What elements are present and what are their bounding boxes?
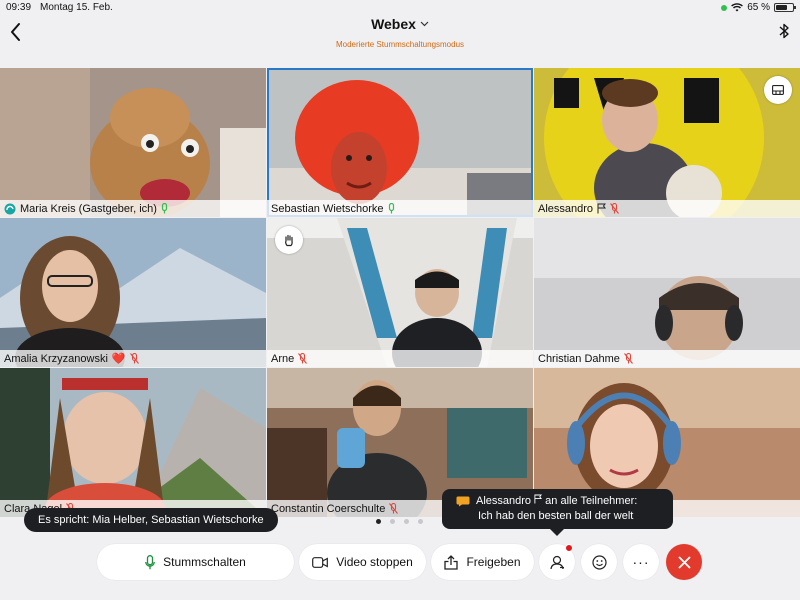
reactions-button[interactable] <box>581 544 617 580</box>
smiley-icon <box>591 554 607 570</box>
page-dot-active[interactable] <box>376 519 381 524</box>
participant-name: Christian Dahme <box>538 352 620 365</box>
participant-label: Amalia Krzyzanowski ❤️ <box>0 350 266 367</box>
participant-name: Arne <box>271 352 295 365</box>
header: Webex Moderierte Stummschaltungsmodus <box>0 16 800 52</box>
chat-bubble-icon <box>456 496 470 507</box>
wifi-icon <box>731 3 744 12</box>
participant-label: Maria Kreis (Gastgeber, ich) <box>0 200 266 217</box>
page-dot[interactable] <box>404 519 409 524</box>
layout-icon <box>772 85 784 95</box>
status-right: 65 % <box>721 2 796 13</box>
chat-recipient: an alle Teilnehmer: <box>545 495 638 507</box>
video-tile[interactable]: Clara Nagel <box>0 368 266 517</box>
active-speaker-toast: Es spricht: Mia Helber, Sebastian Wietsc… <box>24 508 278 532</box>
raised-hand-icon <box>285 234 293 246</box>
video-tile[interactable]: Arne <box>267 218 533 367</box>
participant-label: Alessandro <box>534 200 800 217</box>
participants-icon <box>549 555 564 569</box>
more-icon: ··· <box>632 554 650 570</box>
participant-name: Maria Kreis (Gastgeber, ich) <box>20 202 157 215</box>
bluetooth-icon[interactable] <box>778 22 790 40</box>
more-options-button[interactable]: ··· <box>623 544 659 580</box>
raised-hand-button[interactable] <box>275 226 303 254</box>
notification-badge <box>565 544 573 552</box>
camera-indicator-icon <box>721 4 728 11</box>
video-tile[interactable]: Amalia Krzyzanowski ❤️ <box>0 218 266 367</box>
video-feed <box>267 218 533 367</box>
heart-emoji: ❤️ <box>111 353 126 365</box>
share-button[interactable]: Freigeben <box>431 544 534 580</box>
stop-video-button[interactable]: Video stoppen <box>299 544 426 580</box>
video-tile-active-speaker[interactable]: Sebastian Wietschorke <box>267 68 533 217</box>
page-dot[interactable] <box>390 519 395 524</box>
mute-button[interactable]: Stummschalten <box>97 544 294 580</box>
video-feed <box>0 218 266 367</box>
video-label: Video stoppen <box>336 555 413 569</box>
mic-off-icon <box>610 203 619 214</box>
video-camera-icon <box>312 556 329 568</box>
toast-tail <box>550 529 564 536</box>
chevron-down-icon <box>420 21 429 27</box>
chat-sender: Alessandro <box>476 495 532 507</box>
battery-percent: 65 % <box>747 2 770 13</box>
video-tile[interactable]: Maria Kreis (Gastgeber, ich) <box>0 68 266 217</box>
video-feed <box>0 368 266 517</box>
back-chevron-icon[interactable] <box>8 20 24 44</box>
flag-icon <box>534 494 543 504</box>
active-speaker-text: Es spricht: Mia Helber, Sebastian Wietsc… <box>38 514 264 526</box>
mic-on-icon <box>161 203 168 214</box>
chat-notification[interactable]: Alessandro an alle Teilnehmer: Ich hab d… <box>442 489 673 536</box>
mic-off-icon <box>129 353 139 364</box>
participant-name: Amalia Krzyzanowski <box>4 352 108 365</box>
title-block: Webex Moderierte Stummschaltungsmodus <box>300 16 500 49</box>
video-tile[interactable]: Alessandro <box>534 68 800 217</box>
status-bar: 09:39 Montag 15. Feb. 65 % <box>0 0 800 16</box>
moderated-mute-mode: Moderierte Stummschaltungsmodus <box>335 40 465 49</box>
participants-button[interactable] <box>539 544 575 580</box>
participant-label: Arne <box>267 350 533 367</box>
share-icon <box>444 554 459 570</box>
microphone-icon <box>145 554 155 569</box>
participant-label: Christian Dahme <box>534 350 800 367</box>
mic-off-icon <box>298 353 308 364</box>
status-date: Montag 15. Feb. <box>40 2 113 13</box>
share-label: Freigeben <box>466 555 521 569</box>
leave-meeting-button[interactable] <box>666 544 702 580</box>
participant-name: Sebastian Wietschorke <box>271 202 384 215</box>
video-feed <box>267 68 533 217</box>
chat-message: Ich hab den besten ball der welt <box>478 510 634 522</box>
mic-off-icon <box>623 353 633 364</box>
mic-on-icon <box>388 203 394 214</box>
status-time: 09:39 <box>6 2 32 13</box>
meeting-title-text: Webex <box>371 16 416 32</box>
close-icon <box>678 556 690 568</box>
layout-toggle-button[interactable] <box>764 76 792 104</box>
page-indicator[interactable] <box>376 519 423 524</box>
video-feed <box>534 68 800 217</box>
participant-name: Constantin Coerschulte <box>271 502 386 515</box>
meeting-title[interactable]: Webex <box>371 16 429 32</box>
participant-name: Alessandro <box>538 202 594 215</box>
video-grid: Maria Kreis (Gastgeber, ich) Sebastian W… <box>0 68 800 518</box>
flag-icon <box>597 203 607 214</box>
host-avatar-icon <box>4 203 16 214</box>
video-feed <box>534 218 800 367</box>
video-tile[interactable]: Christian Dahme <box>534 218 800 367</box>
mute-label: Stummschalten <box>163 555 246 569</box>
mic-off-icon <box>389 503 399 514</box>
video-feed <box>0 68 266 217</box>
participant-label: Sebastian Wietschorke <box>267 200 533 217</box>
battery-icon <box>774 3 796 12</box>
page-dot[interactable] <box>418 519 423 524</box>
